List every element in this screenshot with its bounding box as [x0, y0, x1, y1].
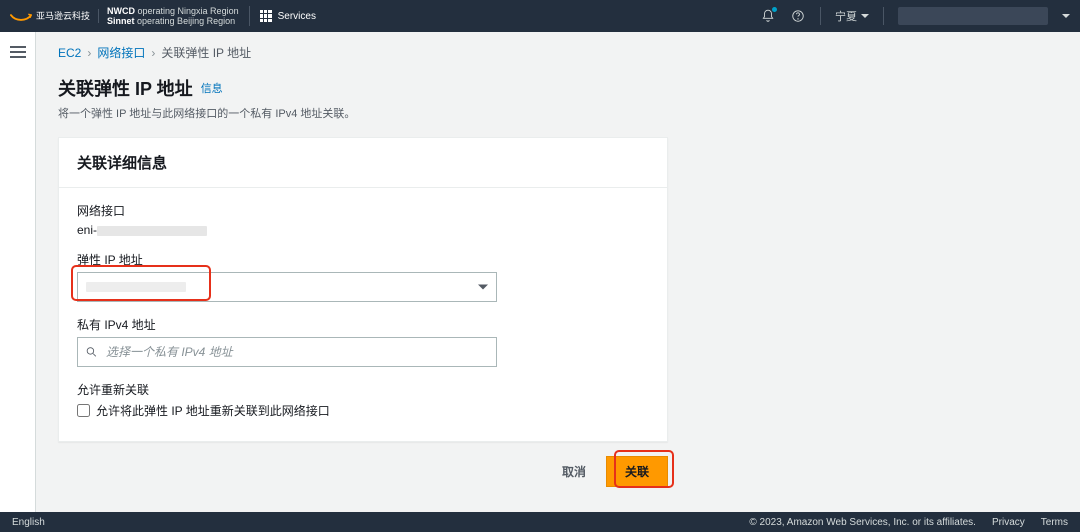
- region-selector[interactable]: 宁夏: [835, 8, 869, 24]
- notification-dot-icon: [772, 7, 777, 12]
- brand-text: 亚马逊云科技: [36, 11, 90, 21]
- side-rail: [0, 32, 36, 512]
- private-ipv4-search[interactable]: [77, 337, 497, 367]
- region-label: 宁夏: [835, 8, 857, 24]
- elastic-ip-select[interactable]: [77, 272, 497, 302]
- reassociate-checkbox-row[interactable]: 允许将此弹性 IP 地址重新关联到此网络接口: [77, 402, 649, 419]
- account-menu[interactable]: [898, 7, 1048, 25]
- nav-separator: [820, 7, 821, 25]
- info-link[interactable]: 信息: [201, 80, 223, 96]
- brand-logo[interactable]: 亚马逊云科技: [10, 9, 99, 23]
- notifications-bell-icon[interactable]: [760, 8, 776, 24]
- services-label: Services: [278, 11, 316, 22]
- reassociate-checkbox[interactable]: [77, 404, 90, 417]
- field-label: 网络接口: [77, 202, 649, 219]
- privacy-link[interactable]: Privacy: [992, 517, 1025, 528]
- copyright-text: © 2023, Amazon Web Services, Inc. or its…: [749, 517, 976, 528]
- redacted-value: [86, 282, 186, 292]
- aws-smile-icon: [10, 9, 32, 23]
- services-menu[interactable]: Services: [260, 10, 316, 22]
- associate-details-panel: 关联详细信息 网络接口 eni- 弹性 IP 地址: [58, 137, 668, 442]
- search-icon: [85, 346, 98, 359]
- language-label: English: [12, 517, 45, 528]
- breadcrumb: EC2 › 网络接口 › 关联弹性 IP 地址: [58, 44, 1058, 61]
- redacted-value: [97, 226, 207, 236]
- elastic-ip-field: 弹性 IP 地址: [77, 251, 649, 302]
- caret-down-icon: [861, 14, 869, 18]
- cancel-button[interactable]: 取消: [552, 457, 596, 486]
- top-nav: 亚马逊云科技 NWCD operating Ningxia Region Sin…: [0, 0, 1080, 32]
- private-ipv4-field: 私有 IPv4 地址: [77, 316, 649, 367]
- associate-button[interactable]: 关联: [606, 456, 668, 487]
- chevron-right-icon: ›: [87, 46, 91, 60]
- nav-separator: [883, 7, 884, 25]
- breadcrumb-network-interfaces[interactable]: 网络接口: [97, 44, 145, 61]
- terms-link[interactable]: Terms: [1041, 517, 1068, 528]
- caret-down-icon: [478, 285, 488, 290]
- breadcrumb-current: 关联弹性 IP 地址: [161, 44, 251, 61]
- page-title: 关联弹性 IP 地址 信息: [58, 75, 1058, 101]
- language-selector[interactable]: English: [12, 517, 48, 528]
- services-grid-icon: [260, 10, 272, 22]
- caret-down-icon: [1062, 14, 1070, 18]
- reassociate-field: 允许重新关联 允许将此弹性 IP 地址重新关联到此网络接口: [77, 381, 649, 419]
- breadcrumb-ec2[interactable]: EC2: [58, 46, 81, 60]
- chevron-right-icon: ›: [151, 46, 155, 60]
- footer: English © 2023, Amazon Web Services, Inc…: [0, 512, 1080, 532]
- page-subtitle: 将一个弹性 IP 地址与此网络接口的一个私有 IPv4 地址关联。: [58, 105, 1058, 121]
- field-label: 弹性 IP 地址: [77, 251, 649, 268]
- operator-text: NWCD operating Ningxia Region Sinnet ope…: [107, 6, 250, 26]
- private-ipv4-input[interactable]: [106, 345, 488, 359]
- main-content: EC2 › 网络接口 › 关联弹性 IP 地址 关联弹性 IP 地址 信息 将一…: [36, 32, 1080, 512]
- form-actions: 取消 关联: [58, 456, 668, 487]
- field-label: 允许重新关联: [77, 381, 649, 398]
- help-icon[interactable]: [790, 8, 806, 24]
- checkbox-label: 允许将此弹性 IP 地址重新关联到此网络接口: [96, 402, 330, 419]
- network-interface-field: 网络接口 eni-: [77, 202, 649, 237]
- field-label: 私有 IPv4 地址: [77, 316, 649, 333]
- panel-header: 关联详细信息: [59, 138, 667, 188]
- network-interface-value: eni-: [77, 223, 649, 237]
- sidebar-toggle[interactable]: [10, 46, 26, 58]
